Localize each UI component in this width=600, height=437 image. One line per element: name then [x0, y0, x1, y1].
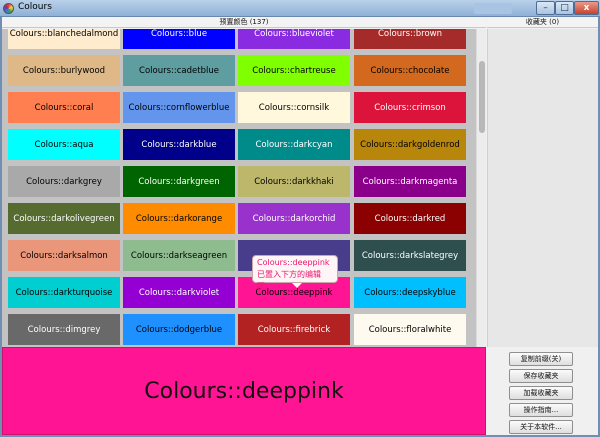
color-swatch[interactable]: Colours::darkkhaki: [238, 166, 350, 197]
color-swatch[interactable]: Colours::cornsilk: [238, 92, 350, 123]
color-swatch[interactable]: Colours::darkseagreen: [123, 240, 235, 271]
color-swatch[interactable]: Colours::brown: [354, 29, 466, 49]
window-title: Colours: [18, 2, 52, 12]
save-favorites-button[interactable]: 保存收藏夹: [509, 369, 573, 383]
user-guide-button[interactable]: 操作指南...: [509, 403, 573, 417]
main-client-area: 预置颜色 (137) 收藏夹 (0) Colours::blanchedalmo…: [2, 17, 598, 435]
color-swatch[interactable]: Colours::darkviolet: [123, 277, 235, 308]
tooltip-message: 已置入下方的编辑区。: [257, 270, 321, 291]
color-swatch[interactable]: Colours::darkorchid: [238, 203, 350, 234]
copy-prefix-toggle-button[interactable]: 复制前缀(关): [509, 352, 573, 366]
color-swatch[interactable]: Colours::darkolivegreen: [8, 203, 120, 234]
color-swatch[interactable]: Colours::cadetblue: [123, 55, 235, 86]
color-swatch[interactable]: Colours::firebrick: [238, 314, 350, 345]
close-icon: x: [583, 3, 590, 13]
preset-colors-header: 预置颜色 (137): [2, 17, 486, 28]
scrollbar-thumb[interactable]: [479, 61, 485, 133]
color-swatch[interactable]: Colours::blanchedalmond: [8, 29, 120, 49]
color-swatch[interactable]: Colours::chocolate: [354, 55, 466, 86]
color-swatch[interactable]: Colours::aqua: [8, 129, 120, 160]
about-button[interactable]: 关于本软件...: [509, 420, 573, 434]
maximize-icon: □: [560, 3, 569, 13]
color-swatch[interactable]: Colours::darkturquoise: [8, 277, 120, 308]
swatch-grid-scrollbar[interactable]: [476, 29, 486, 347]
color-preview-editor[interactable]: Colours::deeppink: [2, 347, 486, 435]
title-bar[interactable]: Colours – □ x: [0, 0, 600, 17]
title-bar-blank: [474, 3, 512, 14]
color-swatch[interactable]: Colours::crimson: [354, 92, 466, 123]
color-swatch[interactable]: Colours::dodgerblue: [123, 314, 235, 345]
tooltip-pointer: [292, 283, 302, 288]
swatch-grid[interactable]: Colours::blanchedalmond Colours::blue Colo…: [2, 29, 476, 347]
minimize-button[interactable]: –: [536, 1, 555, 15]
app-color-wheel-icon: [3, 3, 14, 14]
color-swatch[interactable]: Colours::darkblue: [123, 129, 235, 160]
tooltip-color-name: Colours::deeppink: [257, 258, 330, 267]
favorites-list[interactable]: [487, 29, 598, 347]
color-swatch[interactable]: Colours::darkcyan: [238, 129, 350, 160]
color-swatch[interactable]: Colours::darkred: [354, 203, 466, 234]
color-swatch[interactable]: Colours::floralwhite: [354, 314, 466, 345]
color-swatch[interactable]: Colours::blue: [123, 29, 235, 49]
close-button[interactable]: x: [574, 1, 599, 15]
color-swatch[interactable]: Colours::dimgrey: [8, 314, 120, 345]
color-swatch[interactable]: Colours::darkorange: [123, 203, 235, 234]
maximize-button[interactable]: □: [555, 1, 574, 15]
minimize-icon: –: [543, 3, 548, 13]
load-favorites-button[interactable]: 加载收藏夹: [509, 386, 573, 400]
preview-text: Colours::deeppink: [144, 378, 344, 404]
color-swatch[interactable]: Colours::darkgreen: [123, 166, 235, 197]
copied-tooltip: Colours::deeppink 已置入下方的编辑区。: [252, 255, 338, 291]
color-swatch[interactable]: Colours::cornflowerblue: [123, 92, 235, 123]
color-swatch[interactable]: Colours::burlywood: [8, 55, 120, 86]
color-swatch[interactable]: Colours::darksalmon: [8, 240, 120, 271]
color-swatch[interactable]: Colours::darkslategrey: [354, 240, 466, 271]
color-swatch[interactable]: Colours::darkgrey: [8, 166, 120, 197]
color-swatch[interactable]: Colours::blueviolet: [238, 29, 350, 49]
color-swatch[interactable]: Colours::chartreuse: [238, 55, 350, 86]
action-button-panel: 复制前缀(关) 保存收藏夹 加载收藏夹 操作指南... 关于本软件...: [487, 347, 598, 435]
color-swatch[interactable]: Colours::deepskyblue: [354, 277, 466, 308]
favorites-header: 收藏夹 (0): [487, 17, 598, 28]
color-swatch[interactable]: Colours::darkmagenta: [354, 166, 466, 197]
color-swatch[interactable]: Colours::coral: [8, 92, 120, 123]
color-swatch[interactable]: Colours::darkgoldenrod: [354, 129, 466, 160]
